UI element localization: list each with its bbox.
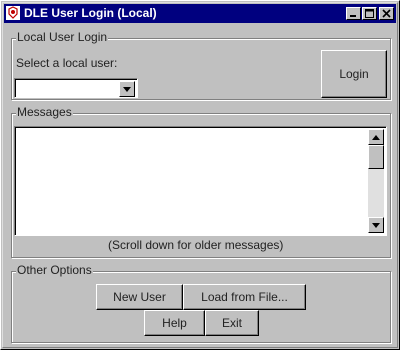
window-title: DLE User Login (Local): [24, 6, 157, 20]
help-button[interactable]: Help: [144, 310, 205, 336]
scroll-up-button[interactable]: [368, 129, 384, 145]
local-login-title: Local User Login: [16, 30, 109, 45]
user-select[interactable]: [14, 78, 138, 98]
messages-hint: (Scroll down for older messages): [108, 238, 284, 252]
close-button[interactable]: [379, 7, 394, 20]
minimize-icon: [350, 15, 356, 17]
messages-area[interactable]: [14, 126, 387, 236]
user-select-dropdown-button[interactable]: [119, 81, 135, 97]
other-options-title: Other Options: [16, 263, 93, 278]
title-bar[interactable]: DLE User Login (Local): [4, 4, 396, 23]
chevron-down-icon: [123, 87, 131, 92]
messages-content: [18, 130, 364, 232]
scroll-down-button[interactable]: [368, 217, 384, 233]
load-from-file-button[interactable]: Load from File...: [183, 284, 306, 310]
scroll-up-icon: [372, 135, 380, 140]
app-icon[interactable]: [6, 6, 20, 20]
exit-button[interactable]: Exit: [205, 310, 259, 336]
minimize-button[interactable]: [346, 7, 361, 20]
maximize-button[interactable]: [362, 7, 377, 20]
login-window: DLE User Login (Local) Local User Login …: [0, 0, 400, 350]
select-user-label: Select a local user:: [16, 56, 118, 70]
new-user-button[interactable]: New User: [96, 284, 183, 310]
scroll-down-icon: [372, 223, 380, 228]
messages-scrollbar[interactable]: [368, 129, 384, 233]
messages-title: Messages: [16, 105, 73, 120]
scroll-thumb[interactable]: [368, 145, 384, 169]
maximize-icon: [365, 9, 374, 18]
login-button[interactable]: Login: [321, 50, 387, 98]
close-icon: [382, 9, 391, 18]
